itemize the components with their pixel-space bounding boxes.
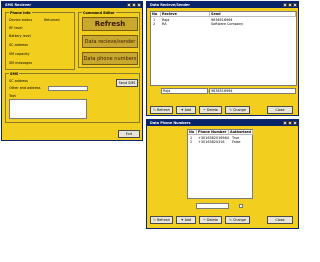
- row-2-authorized[interactable]: False: [231, 140, 241, 144]
- send-input-value: 9636516964: [211, 89, 233, 93]
- exit-label: Exit: [125, 132, 133, 136]
- text-label: Text: [9, 94, 16, 98]
- data-phone-numbers-window: Data Phone Numbers No Phone Number Autho…: [146, 119, 299, 229]
- edit-icon: ✎: [229, 218, 232, 222]
- send-input[interactable]: 9636516964: [209, 88, 296, 94]
- maximize-icon[interactable]: [132, 3, 136, 7]
- window-title: SMS Reciever: [5, 3, 32, 7]
- window-title: Data Phone Numbers: [150, 121, 191, 125]
- sms-title: SMS: [9, 71, 20, 76]
- refresh-button[interactable]: Refresh: [82, 17, 138, 31]
- add-label: Add: [184, 218, 192, 222]
- close-label: Close: [275, 108, 285, 112]
- refresh-button[interactable]: ↻ Refresh: [150, 106, 173, 114]
- change-label: Change: [232, 108, 246, 112]
- command-editor-group: Command Editor Refresh Data recieve/send…: [78, 10, 140, 68]
- change-button[interactable]: ✎ Change: [225, 216, 250, 224]
- sm-capacity-label: SM capacity: [9, 52, 30, 56]
- plus-icon: +: [180, 218, 184, 222]
- close-button[interactable]: Close: [267, 106, 293, 114]
- close-button[interactable]: Close: [267, 216, 293, 224]
- add-button[interactable]: + Add: [176, 106, 196, 114]
- add-button[interactable]: + Add: [176, 216, 196, 224]
- authorized-checkbox[interactable]: [239, 204, 243, 208]
- command-editor-title: Command Editor: [82, 10, 116, 15]
- other-end-address-input[interactable]: [48, 86, 88, 91]
- rf-level-label: RF level: [9, 26, 23, 30]
- column-header-no[interactable]: No: [151, 12, 161, 17]
- device-status-value: Returned: [44, 18, 60, 22]
- close-icon[interactable]: [293, 121, 297, 125]
- plus-icon: +: [180, 108, 184, 112]
- close-label: Close: [275, 218, 285, 222]
- row-2-phone[interactable]: +30163820316: [197, 140, 225, 144]
- sms-sc-address-label: SC address: [9, 79, 28, 83]
- row-2-no[interactable]: 2: [152, 22, 155, 26]
- phone-numbers-grid[interactable]: No Phone Number Authorized 1 +3016362016…: [187, 129, 253, 199]
- sms-text-input[interactable]: [9, 99, 87, 119]
- sc-address-label: SC address: [9, 43, 28, 47]
- data-phone-numbers-titlebar[interactable]: Data Phone Numbers: [147, 120, 298, 126]
- device-status-label: Device status: [9, 18, 33, 22]
- change-button[interactable]: ✎ Change: [225, 106, 250, 114]
- minimize-icon[interactable]: [283, 3, 287, 7]
- sms-receiver-titlebar[interactable]: SMS Reciever: [2, 2, 142, 8]
- data-receive-sender-titlebar[interactable]: Data Recieve/Sender: [147, 2, 298, 8]
- phone-number-input[interactable]: [196, 203, 229, 209]
- change-label: Change: [232, 218, 246, 222]
- maximize-icon[interactable]: [288, 3, 292, 7]
- refresh-label: Refresh: [157, 218, 170, 222]
- column-header-authorized[interactable]: Authorized: [229, 130, 253, 135]
- add-label: Add: [184, 108, 192, 112]
- data-receive-sender-button[interactable]: Data recieve/sender: [82, 35, 138, 48]
- delete-button[interactable]: − Delete: [199, 106, 222, 114]
- refresh-label: Refresh: [157, 108, 170, 112]
- delete-label: Delete: [206, 108, 218, 112]
- receive-input-value: Raja: [163, 89, 171, 93]
- refresh-icon: ↻: [153, 108, 157, 112]
- minimize-icon[interactable]: [283, 121, 287, 125]
- phone-info-group: Phone Info Device status Returned RF lev…: [5, 10, 75, 70]
- sms-receiver-window: SMS Reciever Phone Info Device status Re…: [1, 1, 143, 141]
- exit-button[interactable]: Exit: [118, 130, 140, 138]
- receive-input[interactable]: Raja: [161, 88, 208, 94]
- refresh-icon: ↻: [153, 218, 157, 222]
- column-header-receive[interactable]: Recieve: [161, 12, 210, 17]
- receive-sender-grid[interactable]: No Recieve Send 1 Raja 9636516964 2 RA S…: [150, 11, 297, 86]
- row-2-send[interactable]: Software Company: [210, 22, 243, 26]
- delete-label: Delete: [206, 218, 218, 222]
- close-icon[interactable]: [293, 3, 297, 7]
- minimize-icon[interactable]: [127, 3, 131, 7]
- phone-info-title: Phone Info: [9, 10, 32, 15]
- data-receive-sender-window: Data Recieve/Sender No Recieve Send 1 Ra…: [146, 1, 299, 116]
- refresh-label: Refresh: [94, 20, 126, 28]
- row-2-receive[interactable]: RA: [161, 22, 167, 26]
- other-end-address-label: Other end address: [9, 86, 41, 90]
- sms-group: SMS SC address Other end address Text Se…: [5, 71, 140, 123]
- delete-button[interactable]: − Delete: [199, 216, 222, 224]
- sm-messages-label: SM messages: [9, 61, 33, 65]
- send-sms-label: Send SMS: [118, 81, 136, 85]
- maximize-icon[interactable]: [288, 121, 292, 125]
- data-phone-numbers-button[interactable]: Data phone numbers: [82, 52, 138, 65]
- window-title: Data Recieve/Sender: [150, 3, 190, 7]
- battery-level-label: Battery level: [9, 34, 31, 38]
- data-phone-numbers-label: Data phone numbers: [83, 55, 137, 62]
- column-header-no[interactable]: No: [188, 130, 197, 135]
- refresh-button[interactable]: ↻ Refresh: [150, 216, 173, 224]
- data-receive-sender-label: Data recieve/sender: [84, 38, 136, 45]
- minus-icon: −: [203, 108, 206, 112]
- close-icon[interactable]: [137, 3, 141, 7]
- column-header-phone-number[interactable]: Phone Number: [197, 130, 229, 135]
- send-sms-button[interactable]: Send SMS: [116, 79, 138, 87]
- row-2-no[interactable]: 2: [189, 140, 192, 144]
- minus-icon: −: [203, 218, 206, 222]
- edit-icon: ✎: [229, 108, 232, 112]
- column-header-send[interactable]: Send: [210, 12, 296, 17]
